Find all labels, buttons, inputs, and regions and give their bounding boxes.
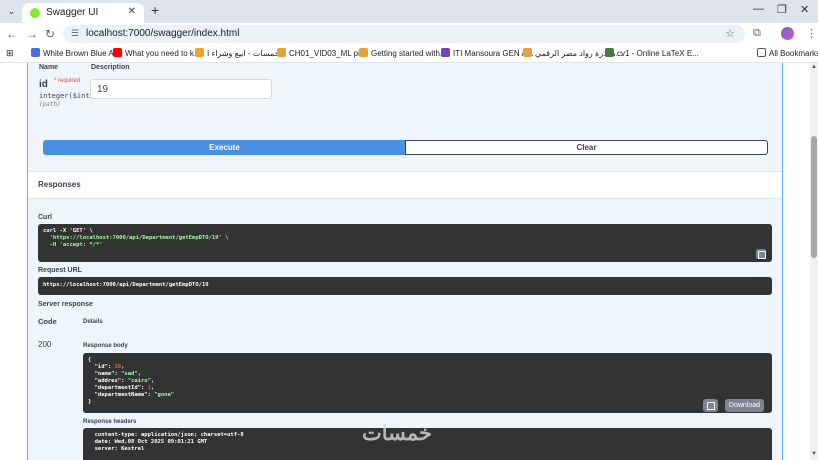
site-info-icon[interactable]: ☰ <box>71 28 79 39</box>
tab-swagger[interactable]: Swagger UI ✕ <box>22 3 144 23</box>
youtube-icon <box>113 48 122 57</box>
browser-toolbar: ← → ↻ ☰ localhost:7000/swagger/index.htm… <box>0 23 818 45</box>
apps-grid-icon[interactable]: ⊞ <box>6 48 14 59</box>
folder-icon <box>757 48 766 57</box>
operation-block: Name Description id * required integer($… <box>27 63 783 460</box>
bookmark-favicon-icon <box>605 48 614 57</box>
bookmark-star-icon[interactable]: ☆ <box>725 27 735 40</box>
response-body-block[interactable]: { "id": 19, "name": "sad", "addres": "ca… <box>83 353 772 413</box>
bookmark-item[interactable]: cv1 - Online LaTeX E... <box>605 48 699 58</box>
param-description-header: Description <box>91 64 130 71</box>
details-column-header: Details <box>83 319 103 325</box>
tab-strip: ⌄ Swagger UI ✕ + — ❐ ✕ <box>0 0 818 23</box>
bookmark-favicon-icon <box>441 48 450 57</box>
scrollbar-track[interactable] <box>810 63 818 460</box>
extensions-icon[interactable]: ⧉ <box>753 27 761 40</box>
execute-button[interactable]: Execute <box>43 140 406 155</box>
maximize-icon[interactable]: ❐ <box>777 3 787 16</box>
responses-title: Responses <box>38 180 81 189</box>
response-headers-label: Response headers <box>83 419 137 425</box>
kebab-menu-icon[interactable]: ⋮ <box>806 27 817 40</box>
bookmark-favicon-icon <box>31 48 40 57</box>
watermark: خمسات <box>362 422 433 445</box>
clear-button[interactable]: Clear <box>405 140 768 155</box>
request-url-block[interactable]: https://localhost:7000/api/Department/ge… <box>38 277 772 295</box>
request-url-label: Request URL <box>38 267 82 274</box>
bookmark-item[interactable]: خمسات - ابيع وشراء ا... <box>195 48 286 58</box>
reload-icon[interactable]: ↻ <box>45 26 55 42</box>
curl-label: Curl <box>38 214 52 221</box>
bookmark-item[interactable]: ITI Mansoura GEN A... <box>441 48 533 58</box>
code-column-header: Code <box>38 317 57 326</box>
tab-title: Swagger UI <box>46 7 99 18</box>
response-body-label: Response body <box>83 343 128 349</box>
bookmark-favicon-icon <box>277 48 286 57</box>
new-tab-icon[interactable]: + <box>151 3 159 18</box>
scroll-down-icon[interactable]: ▼ <box>811 451 817 457</box>
param-name: id <box>39 79 48 90</box>
bookmark-item[interactable]: What you need to k... <box>113 48 201 58</box>
bookmark-item[interactable]: White Brown Blue A... <box>31 48 120 58</box>
bookmark-favicon-icon <box>195 48 204 57</box>
param-name-header: Name <box>39 64 59 71</box>
bookmark-item[interactable]: CH01_VID03_ML pi... <box>277 48 367 58</box>
download-button[interactable]: Download <box>725 399 764 412</box>
scrollbar-thumb[interactable] <box>811 136 817 258</box>
scroll-up-icon[interactable]: ▲ <box>811 64 817 70</box>
bookmark-favicon-icon <box>359 48 368 57</box>
bookmarks-bar: ⊞ White Brown Blue A... What you need to… <box>0 45 818 63</box>
forward-icon[interactable]: → <box>26 26 38 42</box>
param-location: (path) <box>39 101 61 108</box>
bookmark-favicon-icon <box>523 48 532 57</box>
required-badge: * required <box>54 78 81 84</box>
status-code: 200 <box>38 340 52 349</box>
copy-icon[interactable] <box>703 399 718 412</box>
swagger-page: Name Description id * required integer($… <box>0 63 810 460</box>
window-close-icon[interactable]: ✕ <box>800 3 809 16</box>
bookmark-item[interactable]: Getting started with... <box>359 48 447 58</box>
curl-code-block[interactable]: curl -X 'GET' \ 'https://localhost:7000/… <box>38 224 772 262</box>
minimize-icon[interactable]: — <box>753 3 764 15</box>
tab-search-icon[interactable]: ⌄ <box>4 4 19 19</box>
close-icon[interactable]: ✕ <box>128 6 136 17</box>
responses-header: Responses <box>28 171 782 199</box>
address-bar[interactable]: ☰ localhost:7000/swagger/index.html ☆ <box>63 25 745 43</box>
url-text[interactable]: localhost:7000/swagger/index.html <box>86 28 239 39</box>
copy-icon[interactable] <box>756 249 766 259</box>
swagger-favicon-icon <box>30 8 40 18</box>
profile-avatar[interactable] <box>781 27 794 40</box>
back-icon[interactable]: ← <box>6 26 18 42</box>
server-response-label: Server response <box>38 301 93 308</box>
id-input[interactable] <box>90 79 272 99</box>
all-bookmarks[interactable]: All Bookmarks <box>757 48 818 58</box>
